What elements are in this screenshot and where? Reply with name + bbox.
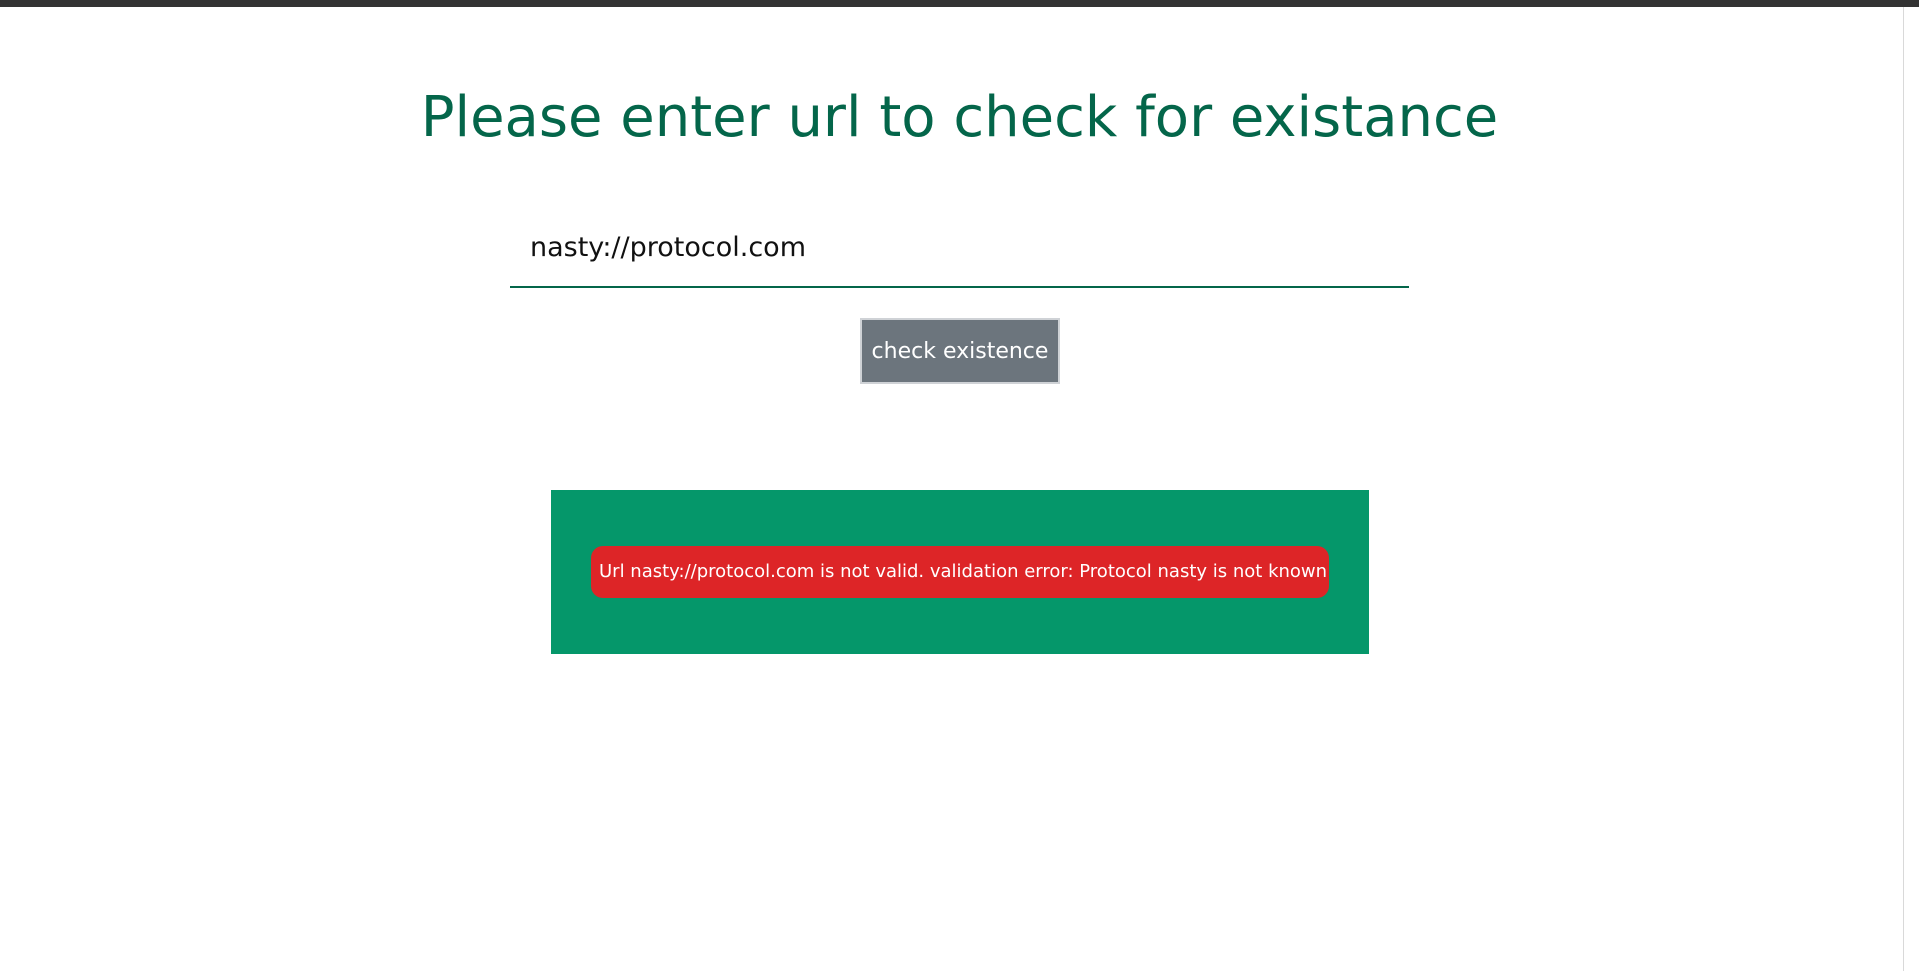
- url-input[interactable]: [510, 208, 1409, 288]
- error-message: Url nasty://protocol.com is not valid. v…: [591, 546, 1329, 598]
- browser-top-bar: [0, 0, 1919, 7]
- page-title: Please enter url to check for existance: [420, 85, 1499, 150]
- check-existence-button[interactable]: check existence: [860, 318, 1060, 384]
- result-panel: Url nasty://protocol.com is not valid. v…: [551, 490, 1369, 654]
